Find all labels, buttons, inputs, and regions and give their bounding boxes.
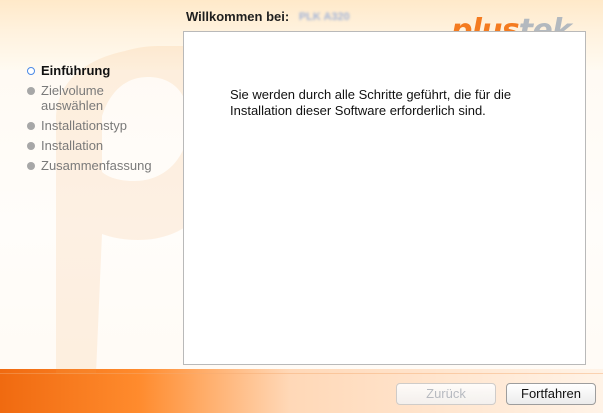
step-select-destination: Zielvolume auswählen: [27, 83, 177, 113]
step-label: Einführung: [41, 63, 111, 78]
step-label: Zielvolume auswählen: [41, 83, 104, 113]
welcome-label: Willkommen bei:: [186, 8, 290, 24]
step-dot-icon: [27, 162, 35, 170]
intro-message: Sie werden durch alle Schritte geführt, …: [230, 87, 512, 118]
step-introduction: Einführung: [27, 63, 177, 78]
back-button[interactable]: Zurück: [396, 383, 496, 405]
step-label: Installationstyp: [41, 118, 127, 133]
installer-title: Willkommen bei: PLK A320: [186, 8, 352, 25]
step-dot-icon: [27, 122, 35, 130]
installer-window: Willkommen bei: PLK A320 plustek Einführ…: [0, 0, 603, 413]
step-label: Zusammenfassung: [41, 158, 152, 173]
content-panel: Sie werden durch alle Schritte geführt, …: [183, 31, 586, 365]
current-step-dot-icon: [27, 67, 35, 75]
continue-button[interactable]: Fortfahren: [506, 383, 596, 405]
step-label: Installation: [41, 138, 104, 153]
step-installation: Installation: [27, 138, 177, 153]
step-dot-icon: [27, 142, 35, 150]
installation-steps: Einführung Zielvolume auswählen Installa…: [27, 63, 177, 173]
step-dot-icon: [27, 87, 35, 95]
device-name: PLK A320: [298, 10, 350, 23]
step-installation-type: Installationstyp: [27, 118, 177, 133]
step-summary: Zusammenfassung: [27, 158, 177, 173]
